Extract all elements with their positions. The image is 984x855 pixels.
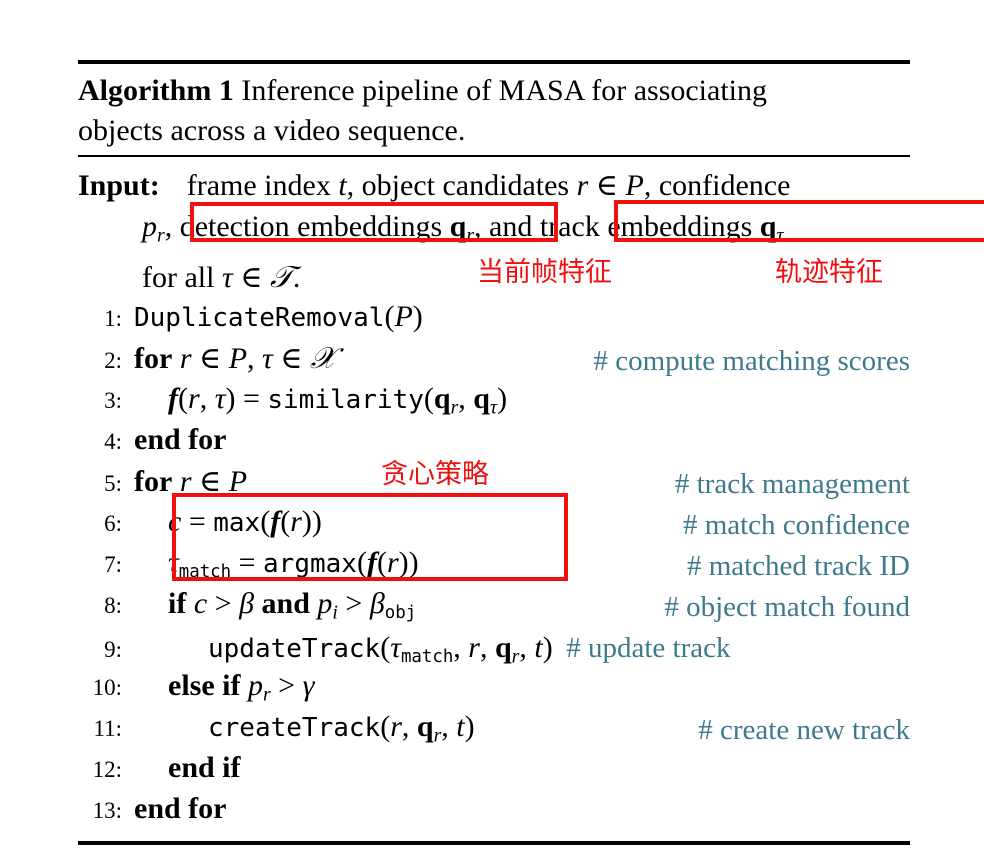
var-pr: p <box>142 210 157 243</box>
algorithm-caption: Algorithm 1 Inference pipeline of MASA f… <box>78 64 910 155</box>
algorithm-label: Algorithm 1 <box>78 74 234 107</box>
line-number: 12: <box>92 756 122 782</box>
input-line-1: Input: frame index t, object candidates … <box>78 165 910 206</box>
table-row: 11: createTrack(r, qr, t) # create new t… <box>78 710 910 751</box>
line-code-13: end for <box>122 792 910 826</box>
input-line-2: pr, detection embeddings qr, and track e… <box>78 206 910 257</box>
line-number: 13: <box>92 797 122 823</box>
algorithm-block: Algorithm 1 Inference pipeline of MASA f… <box>78 60 984 845</box>
table-row: 8: if c > β and pi > βobj # object match… <box>78 587 910 628</box>
var-tau: τ <box>221 260 233 294</box>
line-number: 11: <box>93 715 122 741</box>
in-symbol-1: ∈ <box>595 169 618 202</box>
bottom-rule <box>78 840 910 845</box>
line-code-3: f(r, τ) = similarity(qr, qτ) <box>168 381 508 419</box>
table-row: 13: end for <box>78 792 910 833</box>
kw-end-for-2: end for <box>134 791 227 825</box>
kw-if: if <box>168 586 187 620</box>
table-row: 4: end for <box>78 423 910 464</box>
caption-line-2: objects across a video sequence. <box>78 114 466 147</box>
line-code-12: end if <box>122 751 910 785</box>
table-row: 5: for r ∈ P # track management <box>78 464 910 505</box>
var-qr: q <box>449 210 467 243</box>
input-keyword: Input: <box>78 169 160 202</box>
comment-line-7: # matched track ID <box>686 549 910 582</box>
annotation-current-frame-feature: 当前帧特征 <box>477 257 612 288</box>
line-number: 9: <box>104 636 122 662</box>
caption-line-1: Inference pipeline of MASA for associati… <box>241 74 768 107</box>
kw-and: and <box>261 586 310 620</box>
line-number: 1: <box>104 305 122 331</box>
var-qtau: q <box>759 210 777 243</box>
fn-max: max <box>213 507 261 538</box>
line-number: 4: <box>104 428 122 454</box>
comma-2: , <box>474 210 482 243</box>
var-t: t <box>338 169 347 202</box>
forall-text: for all <box>142 260 215 294</box>
kw-for-2: for <box>134 464 173 498</box>
var-qtau-sub: τ <box>776 224 784 247</box>
line-number: 5: <box>104 470 122 496</box>
table-row: 7: τmatch = argmax(f(r)) # matched track… <box>78 546 910 587</box>
detection-embeddings-text: detection embeddings <box>179 210 443 243</box>
fn-argmax: argmax <box>263 548 357 579</box>
comment-line-2: # compute matching scores <box>593 344 911 377</box>
input-text-a: frame index <box>186 169 331 202</box>
fn-duplicate-removal: DuplicateRemoval <box>134 302 385 333</box>
kw-else-if: else if <box>168 668 241 702</box>
algorithm-lines: 1: DuplicateRemoval(P) 2: for r ∈ P, τ ∈… <box>78 298 910 833</box>
kw-end-for: end for <box>134 422 227 456</box>
annotation-greedy-strategy: 贪心策略 <box>381 459 489 490</box>
line-number: 10: <box>92 674 122 700</box>
table-row: 2: for r ∈ P, τ ∈ 𝒳 # compute matching s… <box>78 341 910 382</box>
comment-line-8: # object match found <box>664 590 910 623</box>
fn-create-track: createTrack <box>208 712 381 743</box>
comment-line-5: # track management <box>674 467 910 500</box>
table-row: 1: DuplicateRemoval(P) <box>78 300 910 341</box>
comment-line-11: # create new track <box>698 713 910 746</box>
fn-similarity: similarity <box>267 384 424 415</box>
set-T: 𝒯 <box>269 260 293 294</box>
var-P: P <box>625 169 644 202</box>
line-number: 2: <box>104 347 122 373</box>
track-embeddings-text: track embeddings <box>539 210 753 243</box>
annotation-trajectory-feature: 轨迹特征 <box>775 257 883 288</box>
fn-update-track: updateTrack <box>208 633 381 664</box>
var-pr-sub: r <box>157 224 165 247</box>
table-row: 6: c = max(f(r)) # match confidence <box>78 505 910 546</box>
in-symbol-2: ∈ <box>240 260 263 294</box>
line-number: 7: <box>104 551 122 577</box>
comma-1: , <box>164 210 173 243</box>
var-qr-sub: r <box>466 224 475 247</box>
line-number: 3: <box>104 387 122 413</box>
input-text-b: , object candidates <box>346 169 570 202</box>
line-code-4: end for <box>122 423 910 457</box>
and-word: and <box>489 210 533 243</box>
line-code-9: updateTrack(τmatch, r, qr, t) # update t… <box>208 630 731 668</box>
kw-for: for <box>134 341 173 375</box>
table-row: 9: updateTrack(τmatch, r, qr, t) # updat… <box>78 628 910 669</box>
period-1: . <box>292 260 301 294</box>
line-code-1: DuplicateRemoval(P) <box>134 299 423 333</box>
table-row: 12: end if <box>78 751 910 792</box>
comment-line-6: # match confidence <box>682 508 910 541</box>
table-row: 10: else if pr > γ <box>78 669 910 710</box>
table-row: 3: f(r, τ) = similarity(qr, qτ) <box>78 382 910 423</box>
line-number: 8: <box>104 592 122 618</box>
kw-end-if: end if <box>168 750 241 784</box>
input-text-c: , confidence <box>643 169 791 202</box>
var-r: r <box>576 169 589 202</box>
line-number: 6: <box>104 510 122 536</box>
line-code-10: else if pr > γ <box>168 668 315 706</box>
comment-line-9: # update track <box>566 631 731 664</box>
